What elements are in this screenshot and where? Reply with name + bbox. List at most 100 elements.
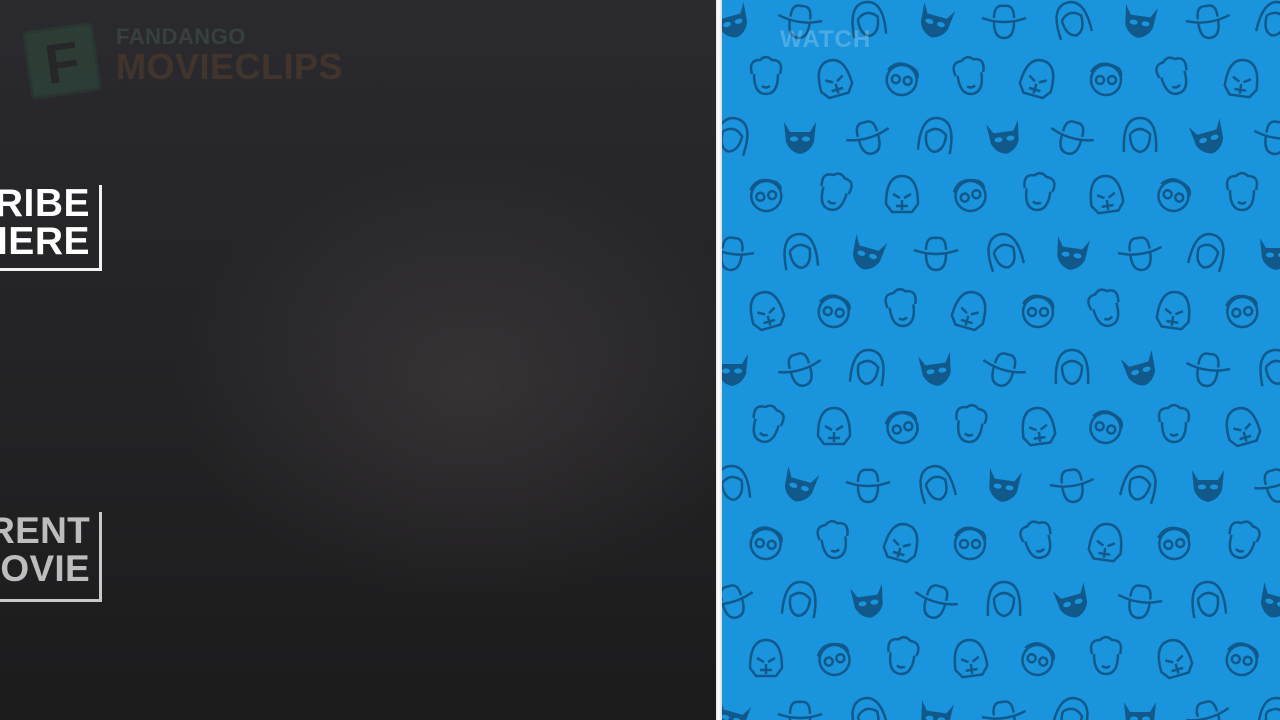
curly-hair-face-icon	[1084, 284, 1127, 331]
darth-vader-icon	[744, 287, 788, 333]
glasses-face-icon	[1223, 292, 1261, 331]
glasses-face-icon	[1085, 406, 1126, 448]
batman-mask-icon	[722, 354, 748, 386]
darth-vader-icon	[1220, 403, 1264, 449]
darth-vader-icon	[1152, 635, 1196, 681]
woman-face-icon	[986, 580, 1022, 618]
woman-face-icon	[1254, 0, 1280, 42]
glasses-face-icon	[882, 406, 923, 448]
cowboy-hat-icon	[976, 346, 1031, 393]
woman-face-icon	[1118, 460, 1162, 506]
batman-mask-icon	[1255, 582, 1280, 622]
buy-line-1: BUY OR RENT	[0, 510, 90, 551]
cowboy-hat-icon	[722, 233, 758, 275]
curly-hair-face-icon	[1016, 516, 1059, 563]
batman-mask-icon	[1192, 470, 1224, 502]
cowboy-hat-icon	[1181, 694, 1236, 720]
curly-hair-face-icon	[1225, 171, 1259, 212]
batman-mask-icon	[986, 119, 1023, 157]
darth-vader-icon	[948, 287, 992, 333]
woman-face-icon	[722, 112, 754, 158]
curly-hair-face-icon	[749, 55, 783, 96]
cowboy-hat-icon	[844, 468, 892, 504]
curly-hair-face-icon	[1019, 169, 1058, 214]
batman-mask-icon	[1188, 118, 1229, 158]
glasses-face-icon	[1153, 174, 1194, 216]
cowboy-hat-icon	[1182, 1, 1234, 43]
cowboy-hat-icon	[912, 236, 960, 272]
subscribe-line-2: HERE	[0, 220, 90, 263]
woman-face-icon	[1256, 694, 1280, 720]
glasses-face-icon	[1223, 640, 1261, 679]
watch-label: WATCH	[780, 26, 872, 53]
subscribe-underline	[0, 268, 102, 271]
cowboy-hat-icon	[1114, 233, 1166, 275]
darth-vader-icon	[1222, 56, 1262, 100]
batman-mask-icon	[784, 122, 816, 154]
glasses-face-icon	[814, 638, 855, 680]
batman-mask-icon	[850, 583, 887, 621]
logo-brand-bottom: MOVIECLIPS	[116, 46, 344, 87]
cowboy-hat-icon	[841, 114, 896, 161]
darth-vader-icon	[880, 519, 924, 565]
buy-or-rent-button[interactable]: BUY OR RENT THE FULL MOVIE	[0, 512, 102, 602]
subscribe-button[interactable]: SUBSCRIBE HERE	[0, 182, 102, 271]
darth-vader-icon	[1086, 520, 1126, 564]
glasses-face-icon	[1155, 524, 1193, 563]
glasses-face-icon	[747, 176, 785, 215]
cowboy-hat-icon	[1044, 114, 1099, 161]
woman-face-icon	[780, 578, 820, 620]
darth-vader-icon	[1154, 288, 1194, 332]
cowboy-hat-icon	[776, 700, 824, 720]
batman-mask-icon	[1124, 702, 1156, 720]
fandango-f-icon: F	[22, 22, 102, 100]
darth-vader-icon	[748, 638, 784, 678]
buy-underline	[0, 599, 102, 602]
glasses-face-icon	[883, 60, 921, 99]
woman-face-icon	[1256, 346, 1280, 388]
glasses-face-icon	[1021, 294, 1055, 329]
batman-mask-icon	[1052, 582, 1093, 622]
curly-hair-face-icon	[745, 400, 788, 447]
batman-mask-icon	[1121, 3, 1158, 41]
woman-face-icon	[916, 114, 956, 156]
woman-face-icon	[1050, 692, 1094, 720]
curly-hair-face-icon	[814, 517, 853, 562]
subscribe-line-1: SUBSCRIBE	[0, 182, 90, 225]
curly-hair-face-icon	[882, 285, 921, 330]
woman-face-icon	[1188, 578, 1228, 620]
woman-face-icon	[1054, 348, 1090, 386]
glasses-face-icon	[815, 292, 853, 331]
cowboy-hat-icon	[1182, 349, 1234, 391]
woman-face-icon	[846, 692, 890, 720]
woman-face-icon	[780, 230, 820, 272]
batman-mask-icon	[722, 2, 753, 42]
curly-hair-face-icon	[813, 168, 856, 215]
cowboy-hat-icon	[908, 578, 963, 625]
darth-vader-icon	[1016, 55, 1060, 101]
woman-face-icon	[848, 346, 888, 388]
batman-mask-icon	[985, 467, 1022, 505]
darth-vader-icon	[884, 174, 920, 214]
woman-face-icon	[982, 228, 1026, 274]
left-panel: F FANDANGO MOVIECLIPS SUBSCRIBE HERE BUY…	[0, 0, 716, 720]
darth-vader-icon	[1018, 404, 1058, 448]
batman-mask-icon	[847, 234, 888, 274]
curly-hair-face-icon	[1221, 516, 1264, 563]
cowboy-hat-icon	[722, 578, 760, 625]
cowboy-hat-icon	[980, 4, 1028, 40]
batman-mask-icon	[1120, 350, 1161, 390]
cowboy-hat-icon	[1249, 462, 1280, 509]
batman-mask-icon	[915, 2, 956, 42]
glasses-face-icon	[747, 524, 785, 563]
woman-face-icon	[1050, 0, 1094, 42]
watch-video-panel[interactable]: WATCH	[722, 0, 1280, 720]
batman-mask-icon	[779, 466, 820, 506]
batman-mask-icon	[917, 699, 954, 720]
curly-hair-face-icon	[1157, 403, 1191, 444]
darth-vader-icon	[812, 55, 856, 101]
darth-vader-icon	[816, 406, 852, 446]
woman-face-icon	[1122, 116, 1158, 154]
glasses-face-icon	[1017, 638, 1058, 680]
glasses-face-icon	[953, 526, 987, 561]
